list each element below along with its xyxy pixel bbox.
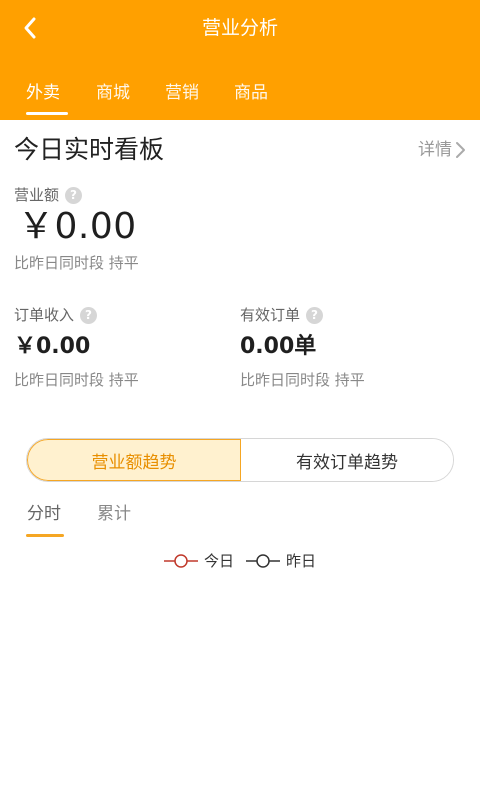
legend-yesterday-label: 昨日 bbox=[286, 552, 317, 570]
detail-label: 详情 bbox=[418, 140, 452, 160]
revenue-label: 营业额 bbox=[14, 186, 60, 204]
legend-today-label: 今日 bbox=[203, 552, 234, 570]
valid-orders-label: 有效订单 bbox=[240, 306, 301, 324]
trend-switch: 营业额趋势 有效订单趋势 bbox=[26, 438, 454, 482]
detail-link[interactable]: 详情 bbox=[418, 138, 466, 162]
top-tabs: 外卖 商城 营销 商品 bbox=[0, 78, 480, 120]
active-tab-indicator bbox=[26, 112, 68, 115]
order-income-label: 订单收入 bbox=[14, 306, 75, 324]
chevron-right-icon bbox=[456, 142, 465, 158]
tab-cumulative[interactable]: 累计 bbox=[97, 502, 131, 526]
active-subtab-indicator bbox=[26, 534, 64, 537]
board-title: 今日实时看板 bbox=[14, 135, 165, 164]
help-icon[interactable]: ? bbox=[65, 186, 83, 204]
revenue-label-row: 营业额 ? bbox=[14, 184, 83, 206]
chart-legend: 今日 昨日 bbox=[0, 550, 480, 571]
legend-today: 今日 bbox=[163, 550, 234, 571]
valid-orders-trend-button[interactable]: 有效订单趋势 bbox=[241, 439, 453, 481]
tab-shangcheng[interactable]: 商城 bbox=[96, 78, 130, 108]
order-income-label-row: 订单收入 ? bbox=[14, 304, 98, 326]
line-marker-icon bbox=[246, 553, 280, 568]
help-icon[interactable]: ? bbox=[306, 306, 324, 324]
tab-shangpin[interactable]: 商品 bbox=[234, 78, 268, 108]
tab-waimai[interactable]: 外卖 bbox=[26, 78, 60, 108]
order-income-compare: 比昨日同时段 持平 bbox=[14, 371, 139, 389]
legend-yesterday: 昨日 bbox=[246, 550, 316, 571]
help-icon[interactable]: ? bbox=[80, 306, 98, 324]
valid-orders-value: 0.00单 bbox=[240, 334, 317, 359]
revenue-value: ￥0.00 bbox=[18, 206, 137, 247]
tab-hourly[interactable]: 分时 bbox=[27, 502, 61, 526]
valid-orders-label-row: 有效订单 ? bbox=[240, 304, 324, 326]
line-marker-icon bbox=[163, 553, 198, 568]
valid-orders-compare: 比昨日同时段 持平 bbox=[240, 371, 365, 389]
page-title: 营业分析 bbox=[201, 17, 278, 39]
order-income-value: ￥0.00 bbox=[14, 334, 91, 359]
tab-yingxiao[interactable]: 营销 bbox=[165, 78, 199, 108]
revenue-compare: 比昨日同时段 持平 bbox=[14, 254, 139, 272]
revenue-trend-button[interactable]: 营业额趋势 bbox=[27, 439, 241, 481]
app-header: 营业分析 外卖 商城 营销 商品 bbox=[0, 0, 480, 120]
